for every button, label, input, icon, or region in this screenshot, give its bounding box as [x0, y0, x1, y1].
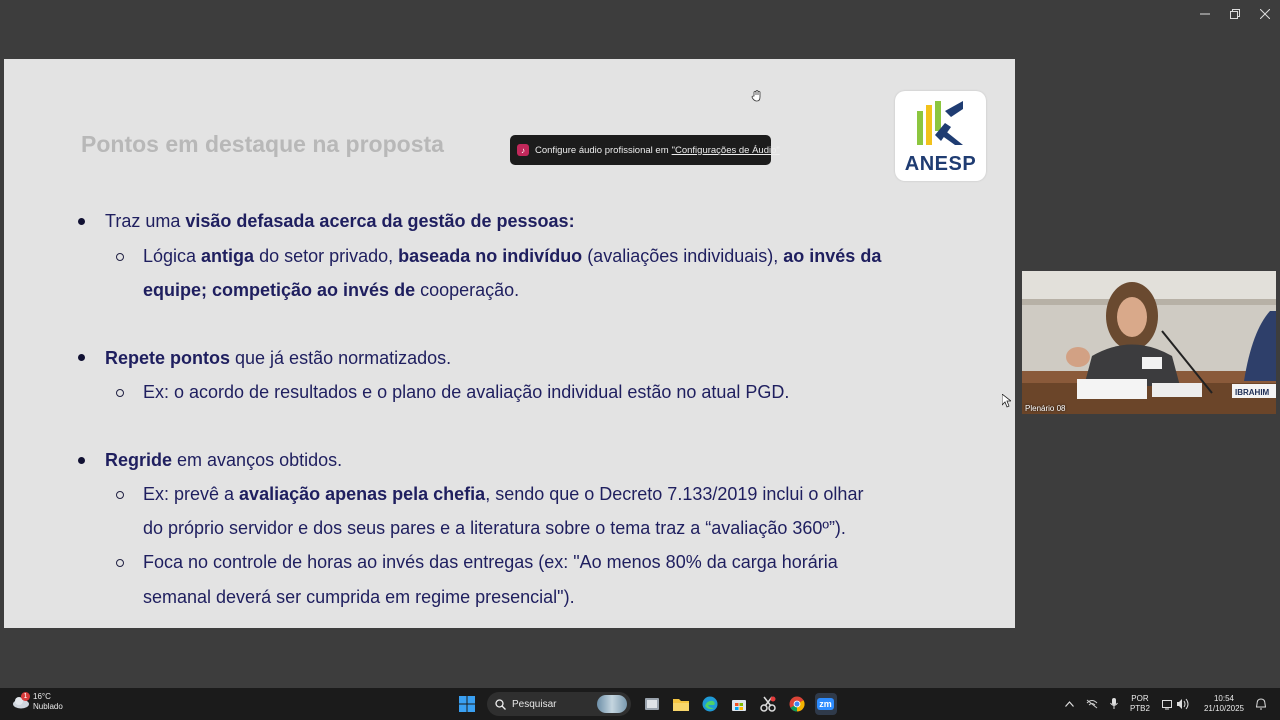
taskbar: 1 16°C Nublado Pesquisar zm POR PTB2 10:… — [0, 688, 1280, 720]
show-hidden-icons-button[interactable] — [1064, 701, 1074, 707]
chevron-up-icon — [1064, 701, 1074, 707]
clock[interactable]: 10:54 21/10/2025 — [1204, 694, 1244, 714]
language-bottom: PTB2 — [1129, 704, 1150, 713]
speaker-video[interactable]: IBRAHIM Plenário 08 — [1022, 271, 1276, 414]
zoom-icon: zm — [817, 698, 834, 710]
bullet-3-sub-2-line-2: semanal deverá ser cumprida em regime pr… — [143, 587, 575, 607]
quick-settings-icons — [1161, 698, 1189, 710]
audio-settings-link[interactable]: "Configurações de Áudio" — [672, 145, 780, 156]
folder-icon — [672, 699, 689, 711]
text-run: que já estão normatizados. — [230, 348, 452, 368]
text-run: Ex: prevê a — [143, 484, 240, 504]
text-run: cooperação. — [415, 280, 520, 300]
text-run-bold: visão defasada acerca da gestão de pesso… — [185, 211, 575, 231]
bullet-1-sub-1-line-1: Lógica antiga do setor privado, baseada … — [143, 246, 881, 267]
bullet-3-sub-1-line-2: do próprio servidor e dos seus pares e a… — [143, 518, 846, 538]
text-run-bold: ao invés da — [783, 246, 882, 266]
anesp-logo: ANESP — [895, 91, 986, 181]
notifications-button[interactable] — [1256, 698, 1266, 710]
system-tray: POR PTB2 10:54 21/10/2025 — [1059, 688, 1272, 720]
speaker-video-scene: IBRAHIM — [1022, 271, 1276, 414]
microphone-icon — [1110, 698, 1118, 709]
close-button[interactable] — [1250, 0, 1280, 28]
bullet-3-sub-2-line-1: Foca no controle de horas ao invés das e… — [143, 552, 838, 572]
microsoft-store-button[interactable] — [728, 693, 750, 715]
hand-cursor-icon — [751, 90, 763, 105]
snipping-tool-button[interactable] — [757, 693, 779, 715]
bullet-3-sub-1-line-1: Ex: prevê a avaliação apenas pela chefia… — [143, 484, 863, 505]
bell-icon — [1256, 698, 1266, 710]
text-run: Lógica — [143, 246, 202, 266]
restore-button[interactable] — [1220, 0, 1250, 28]
sub-bullet-circle — [116, 389, 124, 397]
bullet-dot — [78, 218, 85, 225]
toast-text: Configure áudio profissional em — [535, 144, 669, 156]
weather-badge: 1 — [21, 692, 30, 701]
search-icon — [495, 698, 506, 710]
close-icon — [1260, 9, 1270, 19]
audio-settings-toast[interactable]: ♪ Configure áudio profissional em "Confi… — [510, 135, 780, 165]
anesp-logo-text: ANESP — [904, 153, 977, 175]
chrome-icon — [789, 696, 805, 712]
network-off-icon — [1086, 699, 1098, 709]
zoom-button[interactable]: zm — [814, 693, 837, 715]
music-note-icon: ♪ — [517, 144, 529, 156]
text-run: Traz uma — [105, 211, 186, 231]
text-run-bold: baseada no indivíduo — [398, 246, 583, 266]
windows-start-button[interactable] — [456, 693, 478, 715]
scissors-icon — [759, 696, 776, 712]
store-icon — [731, 700, 746, 711]
text-run-bold: Regride — [105, 450, 173, 470]
video-room-label: Plenário 08 — [1025, 404, 1066, 413]
nameplate-text: IBRAHIM — [1235, 388, 1270, 397]
microphone-button[interactable] — [1110, 698, 1118, 710]
edge-icon — [702, 696, 717, 712]
clock-date: 21/10/2025 — [1203, 704, 1244, 713]
text-run-bold: avaliação apenas pela chefia — [239, 484, 486, 504]
search-placeholder: Pesquisar — [512, 698, 557, 710]
bullet-2-sub-1: Ex: o acordo de resultados e o plano de … — [143, 382, 790, 402]
restore-icon — [1230, 9, 1240, 19]
cloud-icon: 1 — [11, 692, 30, 709]
bullet-1: Traz uma visão defasada acerca da gestão… — [105, 211, 575, 232]
minimize-button[interactable] — [1190, 0, 1220, 28]
text-run-bold: equipe; competição ao invés de — [143, 280, 416, 300]
anesp-logo-mark — [917, 101, 963, 145]
text-run-bold: Repete pontos — [105, 348, 231, 368]
search-highlight-image — [597, 695, 627, 713]
language-button[interactable]: POR PTB2 — [1130, 694, 1150, 714]
bullet-3: Regride em avanços obtidos. — [105, 450, 342, 471]
text-run: (avaliações individuais), — [582, 246, 784, 266]
bullet-dot — [78, 457, 85, 464]
taskbar-apps: Pesquisar zm — [452, 691, 840, 717]
sub-bullet-circle — [116, 491, 124, 499]
windows-logo-icon — [458, 696, 475, 712]
sub-bullet-circle — [116, 253, 124, 261]
file-explorer-button[interactable] — [670, 693, 692, 715]
clock-time: 10:54 — [1213, 694, 1234, 703]
language-top: POR — [1131, 694, 1149, 703]
window-controls — [1190, 0, 1280, 28]
text-run: do setor privado, — [254, 246, 399, 266]
taskbar-search[interactable]: Pesquisar — [487, 692, 631, 716]
quick-settings-button[interactable] — [1161, 698, 1192, 710]
bullet-2: Repete pontos que já estão normatizados. — [105, 348, 451, 369]
chrome-button[interactable] — [786, 693, 808, 715]
bullet-dot — [78, 354, 85, 361]
text-run-bold: antiga — [201, 246, 255, 266]
task-view-button[interactable] — [641, 693, 663, 715]
text-run: , sendo que o Decreto 7.133/2019 inclui … — [485, 484, 864, 504]
bullet-1-sub-1-line-2: equipe; competição ao invés de cooperaçã… — [143, 280, 519, 301]
weather-desc: Nublado — [33, 702, 63, 711]
weather-temp: 16°C — [33, 692, 51, 701]
minimize-icon — [1200, 13, 1210, 15]
mouse-pointer-icon — [1001, 393, 1013, 411]
network-off-button[interactable] — [1086, 699, 1098, 709]
slide-title: Pontos em destaque na proposta — [81, 131, 444, 157]
sub-bullet-circle — [116, 559, 124, 567]
task-view-icon — [644, 698, 659, 710]
text-run: em avanços obtidos. — [172, 450, 343, 470]
weather-widget[interactable]: 1 16°C Nublado — [11, 692, 63, 712]
edge-button[interactable] — [699, 693, 721, 715]
